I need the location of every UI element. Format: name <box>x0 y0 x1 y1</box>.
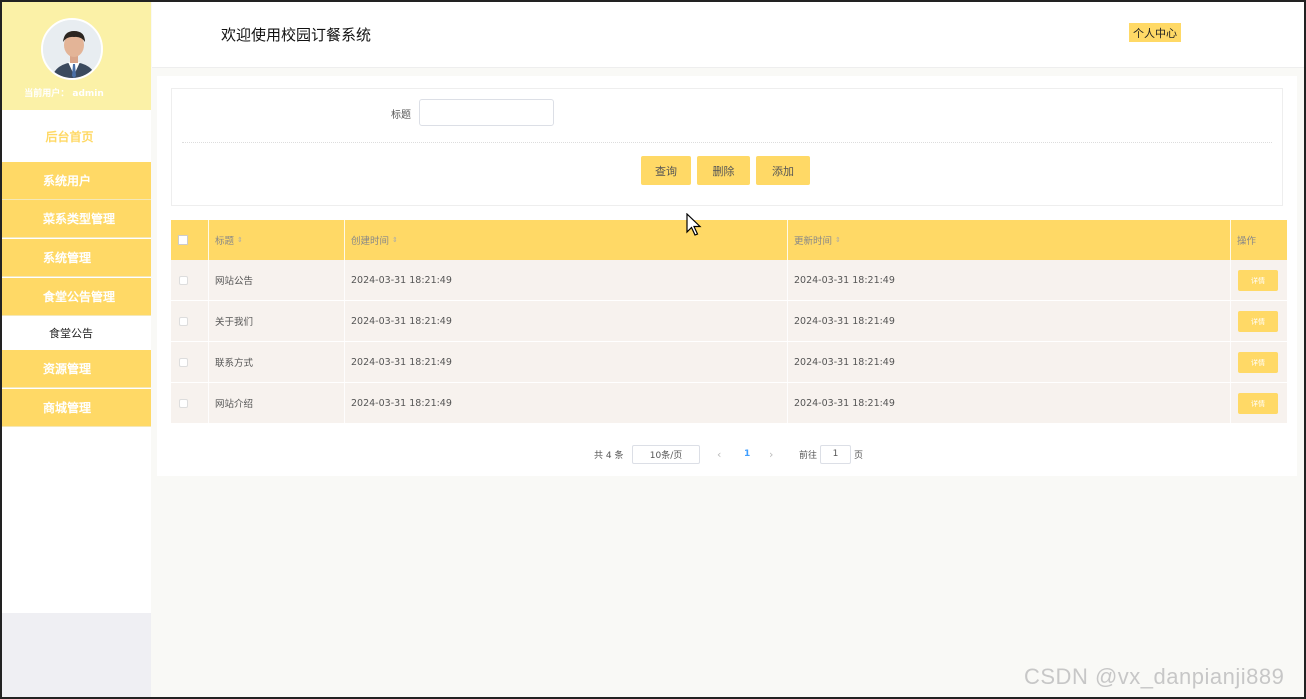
row-select-cell <box>179 260 188 300</box>
column-divider <box>787 383 788 423</box>
column-divider <box>1230 383 1231 423</box>
column-divider <box>1230 220 1231 260</box>
title-filter-label: 标题 <box>391 110 411 121</box>
table-row: 网站介绍 2024-03-31 18:21:49 2024-03-31 18:2… <box>171 383 1287 424</box>
column-title-text: 标题 <box>215 236 235 247</box>
pagination-total: 共 4 条 <box>594 450 624 461</box>
column-header-title[interactable]: 标题 ⇕ <box>215 220 243 260</box>
personal-center-button[interactable]: 个人中心 <box>1129 23 1181 42</box>
sort-icon[interactable]: ⇕ <box>392 236 398 244</box>
page-size-select[interactable]: 10条/页 <box>632 444 700 464</box>
mouse-cursor-icon <box>686 212 702 241</box>
sidebar-item-system-management[interactable]: 系统管理 <box>2 239 151 277</box>
sidebar-item-canteen-notices[interactable]: 食堂公告管理 <box>2 278 151 316</box>
next-page-icon[interactable]: › <box>769 444 773 464</box>
detail-button[interactable]: 详情 <box>1238 270 1278 291</box>
column-divider <box>787 301 788 341</box>
sort-icon[interactable]: ⇕ <box>237 236 243 244</box>
detail-button[interactable]: 详情 <box>1238 393 1278 414</box>
row-created: 2024-03-31 18:21:49 <box>351 397 452 409</box>
delete-button[interactable]: 删除 <box>697 156 750 185</box>
sidebar-user-panel: 当前用户： admin <box>2 2 151 110</box>
column-created-text: 创建时间 <box>351 236 390 247</box>
column-divider <box>208 220 209 260</box>
column-divider <box>208 342 209 382</box>
sidebar-subitem-canteen-notice[interactable]: 食堂公告 <box>2 316 151 350</box>
goto-suffix-label: 页 <box>854 450 864 461</box>
table-row: 联系方式 2024-03-31 18:21:49 2024-03-31 18:2… <box>171 342 1287 383</box>
content-panel: 标题 查询 删除 添加 标题 ⇕ 创建时间 ⇕ 更新时间 ⇕ 操作 网站公告 2024… <box>157 76 1297 476</box>
row-select-cell <box>179 383 188 423</box>
row-select-cell <box>179 342 188 382</box>
column-divider <box>208 383 209 423</box>
row-select-cell <box>179 301 188 341</box>
row-updated: 2024-03-31 18:21:49 <box>794 274 895 286</box>
column-actions-text: 操作 <box>1237 236 1257 247</box>
row-checkbox[interactable] <box>179 357 188 367</box>
goto-page-input[interactable]: 1 <box>820 444 851 464</box>
detail-button[interactable]: 详情 <box>1238 352 1278 373</box>
row-created: 2024-03-31 18:21:49 <box>351 356 452 368</box>
row-updated: 2024-03-31 18:21:49 <box>794 356 895 368</box>
detail-button[interactable]: 详情 <box>1238 311 1278 332</box>
column-divider <box>787 342 788 382</box>
column-header-updated[interactable]: 更新时间 ⇕ <box>794 220 841 260</box>
avatar <box>41 18 103 80</box>
column-divider <box>1230 301 1231 341</box>
select-all-checkbox[interactable] <box>178 235 188 245</box>
row-title: 网站介绍 <box>215 399 254 410</box>
sidebar-item-cuisine-types[interactable]: 菜系类型管理 <box>2 200 151 238</box>
title-filter-input[interactable] <box>419 99 554 126</box>
top-header: 欢迎使用校园订餐系统 个人中心 <box>152 2 1304 68</box>
column-divider <box>1230 260 1231 300</box>
column-divider <box>1230 342 1231 382</box>
table-header: 标题 ⇕ 创建时间 ⇕ 更新时间 ⇕ 操作 <box>171 220 1287 260</box>
watermark-text: CSDN @vx_danpianji889 <box>1024 664 1285 689</box>
column-header-created[interactable]: 创建时间 ⇕ <box>351 220 398 260</box>
select-all-cell <box>178 220 188 260</box>
row-updated: 2024-03-31 18:21:49 <box>794 397 895 409</box>
column-divider <box>344 220 345 260</box>
avatar-image <box>43 20 101 78</box>
page-title: 欢迎使用校园订餐系统 <box>221 26 372 44</box>
goto-input-wrap: 1 <box>820 444 851 464</box>
row-checkbox[interactable] <box>179 398 188 408</box>
sidebar-item-mall[interactable]: 商城管理 <box>2 389 151 427</box>
row-title: 联系方式 <box>215 358 254 369</box>
row-created: 2024-03-31 18:21:49 <box>351 315 452 327</box>
column-divider <box>344 260 345 300</box>
sidebar-item-home[interactable]: 后台首页 <box>2 110 151 162</box>
current-user-label: 当前用户： admin <box>24 89 104 99</box>
table-row: 关于我们 2024-03-31 18:21:49 2024-03-31 18:2… <box>171 301 1287 342</box>
sidebar-item-resources[interactable]: 资源管理 <box>2 350 151 388</box>
sidebar: 当前用户： admin 后台首页 系统用户 菜系类型管理 系统管理 食堂公告管理… <box>2 2 151 697</box>
column-divider <box>344 342 345 382</box>
page-size-select-wrap: 10条/页 <box>632 444 700 464</box>
column-divider <box>344 383 345 423</box>
goto-prefix-label: 前往 <box>799 450 818 461</box>
query-button[interactable]: 查询 <box>641 156 691 185</box>
column-divider <box>208 301 209 341</box>
add-button[interactable]: 添加 <box>756 156 810 185</box>
row-checkbox[interactable] <box>179 275 188 285</box>
column-divider <box>208 260 209 300</box>
row-title: 关于我们 <box>215 317 254 328</box>
column-divider <box>787 260 788 300</box>
row-created: 2024-03-31 18:21:49 <box>351 274 452 286</box>
sort-icon[interactable]: ⇕ <box>835 236 841 244</box>
row-title: 网站公告 <box>215 276 254 287</box>
table-row: 网站公告 2024-03-31 18:21:49 2024-03-31 18:2… <box>171 260 1287 301</box>
column-header-actions: 操作 <box>1237 220 1256 260</box>
search-form: 标题 查询 删除 添加 <box>171 88 1283 206</box>
page-number-current[interactable]: 1 <box>744 444 750 464</box>
sidebar-item-system-users[interactable]: 系统用户 <box>2 162 151 200</box>
form-divider <box>182 142 1272 143</box>
row-checkbox[interactable] <box>179 316 188 326</box>
column-updated-text: 更新时间 <box>794 236 833 247</box>
column-divider <box>344 301 345 341</box>
prev-page-icon[interactable]: ‹ <box>717 444 721 464</box>
row-updated: 2024-03-31 18:21:49 <box>794 315 895 327</box>
column-divider <box>787 220 788 260</box>
